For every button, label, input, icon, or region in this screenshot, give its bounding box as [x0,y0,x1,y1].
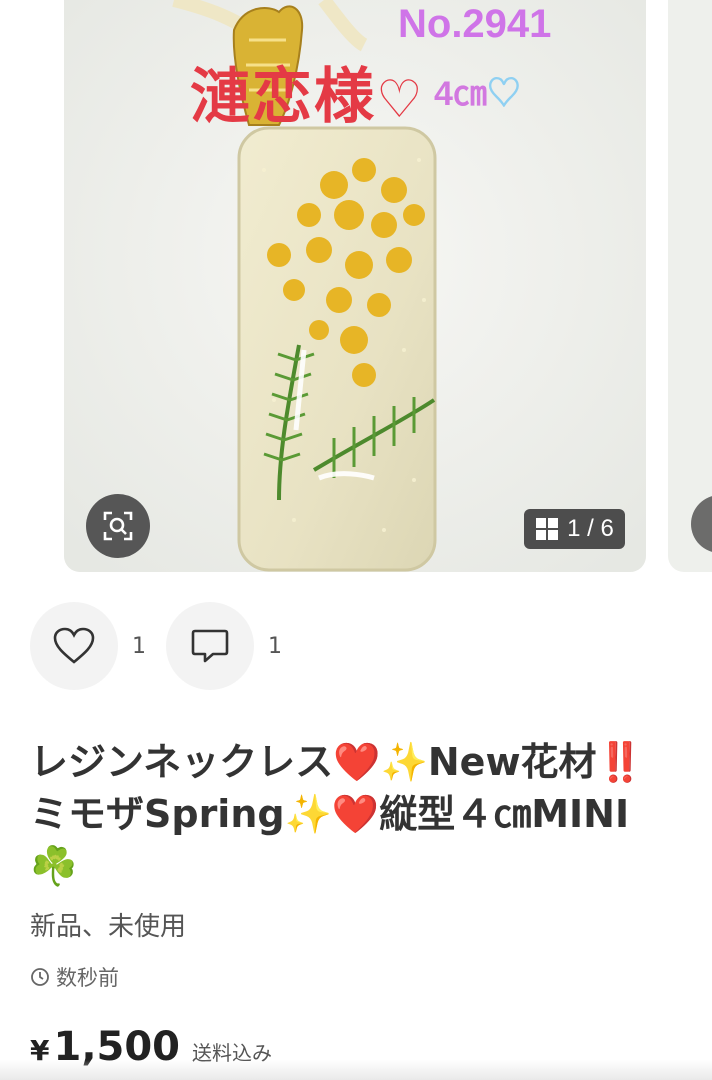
heart-icon [53,627,95,664]
zoom-icon [103,511,133,541]
heart-outline-icon: ♡ [376,70,425,130]
overlay-name: 漣恋様♡ [190,48,425,135]
overlay-number: No.2941 [398,2,552,46]
next-photo-preview[interactable] [668,0,712,572]
grid-icon [536,518,559,540]
overlay-name-text: 漣恋様 [190,62,376,132]
like-button[interactable] [30,602,118,690]
photo-gallery[interactable]: No.2941 漣恋様♡ 4㎝♡ 1 / 6 [0,0,712,575]
comment-button[interactable] [166,602,254,690]
comment-icon [191,629,229,663]
overlay-size-text: 4㎝ [434,75,487,113]
overlay-size: 4㎝♡ [434,66,521,115]
zoom-button[interactable] [86,494,150,558]
bottom-shadow [0,1060,712,1080]
item-condition: 新品、未使用 [30,912,187,942]
posted-time: 数秒前 [30,962,119,992]
item-title: レジンネックレス❤️✨New花材‼️ミモザSpring✨❤️縦型４㎝MINI☘️ [30,740,644,888]
photo-counter: 1 / 6 [524,509,625,549]
product-photo[interactable]: No.2941 漣恋様♡ 4㎝♡ [64,0,646,572]
clock-icon [31,968,49,986]
comment-count: 1 [268,633,282,659]
heart-blue-icon: ♡ [486,75,521,113]
photo-counter-text: 1 / 6 [567,515,614,542]
posted-time-text: 数秒前 [56,966,119,990]
action-bar: 1 1 [30,602,302,690]
like-count: 1 [132,633,146,659]
